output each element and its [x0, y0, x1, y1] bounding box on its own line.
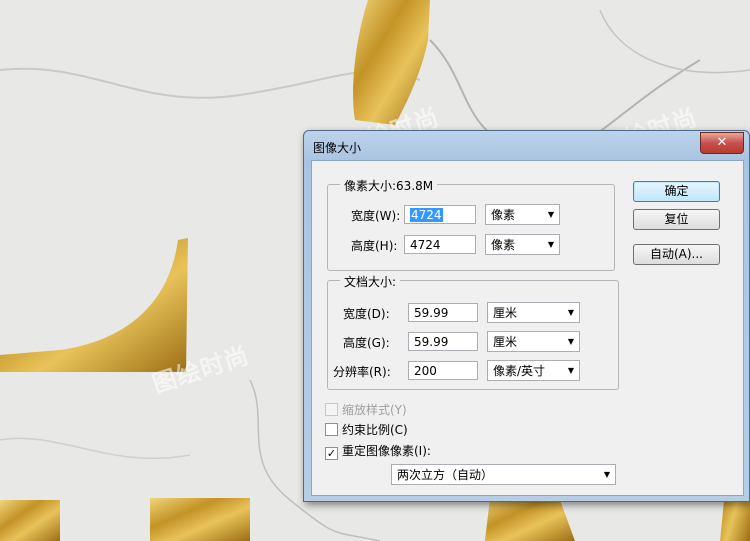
- doc-width-input[interactable]: 59.99: [408, 303, 478, 322]
- chevron-down-icon: ▼: [603, 470, 610, 479]
- doc-width-label: 宽度(D):: [343, 307, 390, 321]
- gold-block-bottom-left: [0, 500, 60, 541]
- doc-height-input[interactable]: 59.99: [408, 332, 478, 351]
- reset-button[interactable]: 复位: [633, 209, 720, 230]
- scale-styles-checkbox[interactable]: 缩放样式(Y): [325, 401, 407, 418]
- title-bar[interactable]: 图像大小 ✕: [304, 131, 749, 161]
- chevron-down-icon: ▼: [567, 366, 574, 375]
- doc-width-unit-select[interactable]: 厘米 ▼: [487, 302, 580, 323]
- chevron-down-icon: ▼: [567, 337, 574, 346]
- dialog-body: 像素大小:63.8M 宽度(W): 4724 像素 ▼ 高度(H): 4724 像…: [311, 160, 744, 496]
- pixel-height-unit-select[interactable]: 像素 ▼: [485, 234, 560, 255]
- checkbox-box: [325, 423, 338, 436]
- auto-button[interactable]: 自动(A)...: [633, 244, 720, 265]
- document-size-title: 文档大小:: [340, 273, 401, 290]
- constrain-proportions-checkbox[interactable]: 约束比例(C): [325, 421, 408, 438]
- document-size-group: 文档大小: 宽度(D): 59.99 厘米 ▼ 高度(G): 59.99 厘米 ▼ …: [327, 273, 619, 390]
- checkbox-box: [325, 403, 338, 416]
- pixel-width-input[interactable]: 4724: [404, 205, 476, 224]
- pixel-height-label: 高度(H):: [351, 239, 398, 253]
- resolution-label: 分辨率(R):: [333, 365, 391, 379]
- doc-height-unit-select[interactable]: 厘米 ▼: [487, 331, 580, 352]
- gold-block-bottom-mid: [150, 498, 250, 541]
- pixel-height-input[interactable]: 4724: [404, 235, 476, 254]
- pixel-dimensions-title: 像素大小:63.8M: [340, 177, 438, 194]
- resolution-unit-select[interactable]: 像素/英寸 ▼: [487, 360, 580, 381]
- chevron-down-icon: ▼: [547, 210, 554, 219]
- close-button[interactable]: ✕: [700, 132, 744, 154]
- close-icon: ✕: [716, 135, 728, 150]
- ok-button[interactable]: 确定: [633, 181, 720, 202]
- dialog-title: 图像大小: [313, 141, 362, 155]
- pixel-width-label: 宽度(W):: [351, 209, 401, 223]
- pixel-width-unit-select[interactable]: 像素 ▼: [485, 204, 560, 225]
- image-size-dialog: 图像大小 ✕ 像素大小:63.8M 宽度(W): 4724 像素 ▼ 高度(H):…: [303, 130, 750, 502]
- doc-height-label: 高度(G):: [343, 336, 390, 350]
- gold-block-bottom-right: [485, 498, 575, 541]
- resolution-input[interactable]: 200: [408, 361, 478, 380]
- resample-method-select[interactable]: 两次立方（自动） ▼: [391, 464, 616, 485]
- chevron-down-icon: ▼: [567, 308, 574, 317]
- resample-image-checkbox[interactable]: ✓ 重定图像像素(I):: [325, 442, 431, 460]
- chevron-down-icon: ▼: [547, 240, 554, 249]
- check-icon: ✓: [325, 447, 338, 460]
- pixel-dimensions-group: 像素大小:63.8M 宽度(W): 4724 像素 ▼ 高度(H): 4724 像…: [327, 177, 615, 271]
